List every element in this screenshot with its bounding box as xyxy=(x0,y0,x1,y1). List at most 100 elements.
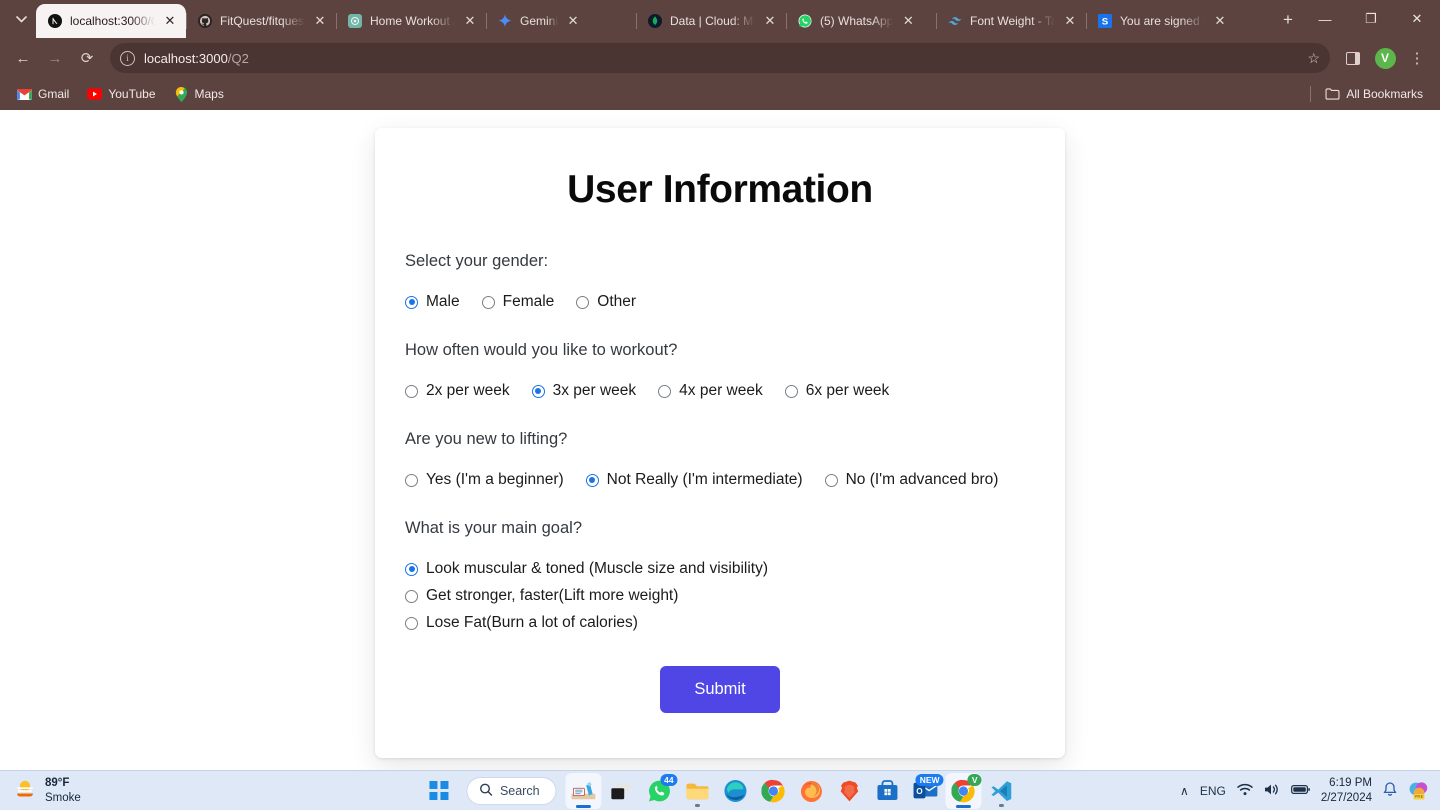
bookmark-star-icon[interactable]: ☆ xyxy=(1307,50,1320,67)
maximize-button[interactable]: ❐ xyxy=(1348,3,1394,35)
radio-button[interactable] xyxy=(784,384,798,398)
radio-button-selected[interactable] xyxy=(405,295,418,309)
new-tab-button[interactable]: + xyxy=(1274,6,1302,34)
browser-tab[interactable]: Gemini ✕ xyxy=(486,4,636,38)
chrome-active-app[interactable]: V xyxy=(945,772,982,809)
radio-option[interactable]: Male xyxy=(405,293,460,311)
submit-button[interactable]: Submit xyxy=(660,666,780,713)
side-panel-icon xyxy=(1346,51,1360,65)
bookmark-label: Gmail xyxy=(38,87,70,101)
site-info-icon[interactable]: i xyxy=(120,50,135,66)
bookmark-youtube[interactable]: YouTube xyxy=(80,83,162,106)
radio-option[interactable]: Female xyxy=(481,293,554,311)
browser-tab[interactable]: Font Weight - Ta ✕ xyxy=(936,4,1086,38)
windows-logo-icon xyxy=(429,781,438,790)
questions-container: Select your gender: Male Female Other How of… xyxy=(405,252,1035,632)
radio-button-selected[interactable] xyxy=(585,473,599,487)
firefox-app[interactable] xyxy=(794,773,830,809)
bookmark-maps[interactable]: Maps xyxy=(167,83,231,106)
brave-app[interactable] xyxy=(832,773,868,809)
address-bar[interactable]: i localhost:3000/Q2 ☆ xyxy=(110,43,1330,73)
tab-close-icon[interactable]: ✕ xyxy=(762,13,778,29)
radio-option-label: Male xyxy=(426,293,460,310)
tab-close-icon[interactable]: ✕ xyxy=(1212,13,1228,29)
taskbar-search[interactable]: Search xyxy=(465,776,557,805)
battery-icon[interactable] xyxy=(1290,784,1310,798)
minimize-button[interactable]: — xyxy=(1302,3,1348,35)
wifi-icon[interactable] xyxy=(1237,783,1253,799)
radio-option-label: Lose Fat(Burn a lot of calories) xyxy=(426,614,638,631)
tab-search-button[interactable] xyxy=(6,5,36,33)
edge-app[interactable] xyxy=(718,773,754,809)
radio-option[interactable]: Other xyxy=(576,293,636,311)
all-bookmarks-button[interactable]: All Bookmarks xyxy=(1318,83,1430,106)
radio-option[interactable]: Lose Fat(Burn a lot of calories) xyxy=(405,614,1035,632)
clipchamp-app[interactable] xyxy=(604,773,640,809)
radio-option[interactable]: No (I'm advanced bro) xyxy=(824,471,998,489)
weather-widget[interactable]: 89°F Smoke xyxy=(0,776,81,805)
bookmark-gmail[interactable]: Gmail xyxy=(10,83,76,106)
tab-close-icon[interactable]: ✕ xyxy=(312,13,328,29)
browser-tab[interactable]: Data | Cloud: Mo ✕ xyxy=(636,4,786,38)
notifications-bell-icon[interactable] xyxy=(1383,781,1397,800)
close-window-button[interactable]: ✕ xyxy=(1394,3,1440,35)
clock[interactable]: 6:19 PM 2/27/2024 xyxy=(1321,776,1372,806)
taskbar-apps: 44 O NEW V xyxy=(565,772,1020,809)
radio-button[interactable] xyxy=(824,473,838,487)
radio-button[interactable] xyxy=(405,589,418,603)
notes-app[interactable] xyxy=(565,772,602,809)
browser-menu-button[interactable]: ⋮ xyxy=(1402,43,1432,73)
question-label: How often would you like to workout? xyxy=(405,341,678,359)
browser-tab[interactable]: localhost:3000/Q2 ✕ xyxy=(36,4,186,38)
browser-toolbar: ← → ⟳ i localhost:3000/Q2 ☆ V ⋮ xyxy=(0,38,1440,78)
whatsapp-app[interactable]: 44 xyxy=(642,773,678,809)
app-badge: V xyxy=(967,773,982,786)
start-button[interactable] xyxy=(420,774,457,807)
side-panel-button[interactable] xyxy=(1338,43,1368,73)
tab-close-icon[interactable]: ✕ xyxy=(565,13,581,29)
radio-button[interactable] xyxy=(658,384,672,398)
running-indicator xyxy=(695,803,701,807)
radio-option[interactable]: 2x per week xyxy=(405,382,510,400)
question-label: Select your gender: xyxy=(405,252,549,270)
radio-button[interactable] xyxy=(481,295,495,309)
radio-option[interactable]: 6x per week xyxy=(784,382,889,400)
radio-button[interactable] xyxy=(576,295,590,309)
tray-expand-icon[interactable]: ∧ xyxy=(1180,784,1189,798)
tab-close-icon[interactable]: ✕ xyxy=(162,13,178,29)
radio-option[interactable]: Yes (I'm a beginner) xyxy=(405,471,564,489)
copilot-icon[interactable]: PRE xyxy=(1408,780,1430,802)
tab-strip: localhost:3000/Q2✕FitQuest/fitquest✕Home… xyxy=(0,0,1440,38)
radio-button[interactable] xyxy=(405,473,418,487)
radio-option[interactable]: Look muscular & toned (Muscle size and v… xyxy=(405,560,1035,578)
search-placeholder: Search xyxy=(499,783,540,798)
browser-tab[interactable]: (5) WhatsApp ✕ xyxy=(786,4,936,38)
tab-close-icon[interactable]: ✕ xyxy=(900,13,916,29)
chrome-app[interactable] xyxy=(756,773,792,809)
browser-tab[interactable]: S You are signed in ✕ xyxy=(1086,4,1236,38)
profile-button[interactable]: V xyxy=(1370,43,1400,73)
outlook-app[interactable]: O NEW xyxy=(908,773,944,809)
language-indicator[interactable]: ENG xyxy=(1200,784,1226,798)
browser-tab[interactable]: Home Workout A ✕ xyxy=(336,4,486,38)
radio-option[interactable]: Not Really (I'm intermediate) xyxy=(585,471,803,489)
microsoft-store-app[interactable] xyxy=(870,773,906,809)
reload-button[interactable]: ⟳ xyxy=(72,43,102,73)
radio-button-selected[interactable] xyxy=(531,384,545,398)
tab-close-icon[interactable]: ✕ xyxy=(462,13,478,29)
radio-button[interactable] xyxy=(405,384,418,398)
browser-tab[interactable]: FitQuest/fitquest ✕ xyxy=(186,4,336,38)
youtube-icon xyxy=(87,87,103,102)
radio-button-selected[interactable] xyxy=(405,562,418,576)
window-controls: — ❐ ✕ xyxy=(1302,0,1440,38)
volume-icon[interactable] xyxy=(1264,783,1280,799)
tab-close-icon[interactable]: ✕ xyxy=(1062,13,1078,29)
radio-option[interactable]: 4x per week xyxy=(658,382,763,400)
forward-button[interactable]: → xyxy=(40,43,70,73)
vscode-app[interactable] xyxy=(984,773,1020,809)
file-explorer-app[interactable] xyxy=(680,773,716,809)
radio-option[interactable]: Get stronger, faster(Lift more weight) xyxy=(405,587,1035,605)
radio-option[interactable]: 3x per week xyxy=(531,382,636,400)
back-button[interactable]: ← xyxy=(8,43,38,73)
radio-button[interactable] xyxy=(405,616,418,630)
